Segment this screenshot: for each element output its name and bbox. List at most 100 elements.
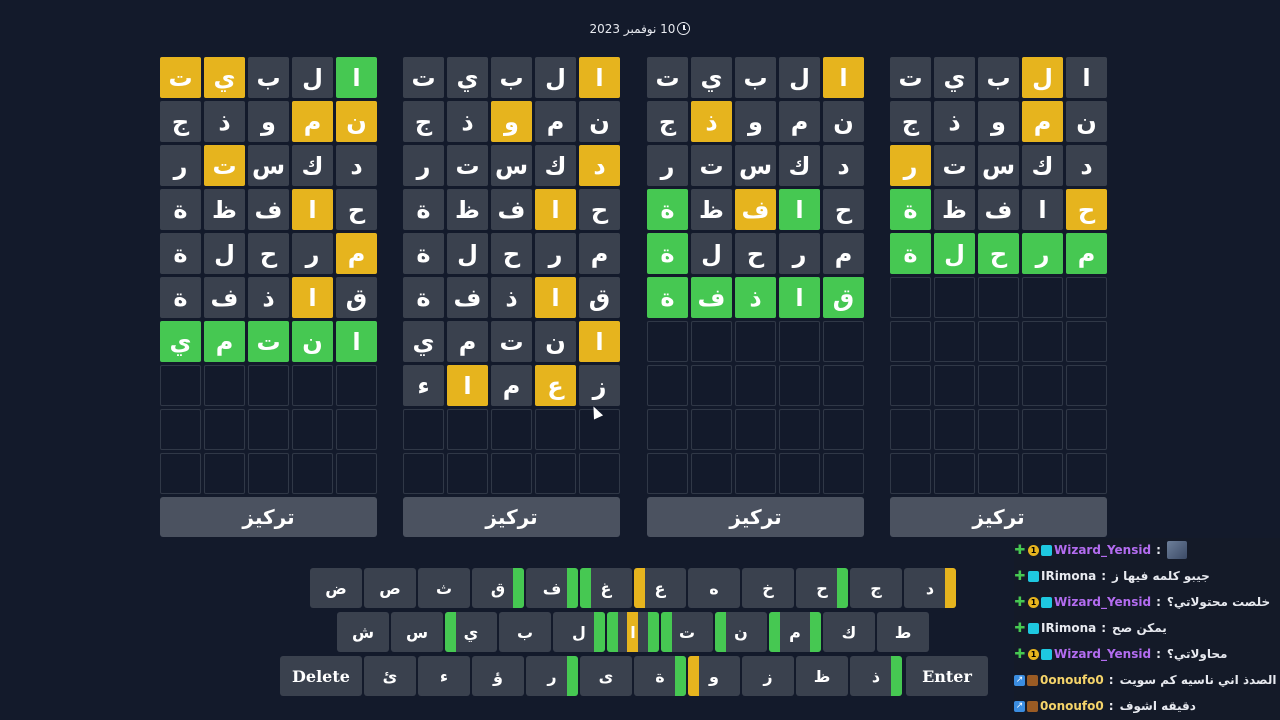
letter-tile (735, 365, 776, 406)
key-label: ى (598, 666, 614, 686)
chat-username[interactable]: 0onoufo0 (1040, 673, 1104, 687)
key-button[interactable]: د (904, 568, 956, 608)
key-label: ح (816, 578, 828, 598)
chat-username[interactable]: IRimona (1041, 621, 1096, 635)
letter-tile (336, 365, 377, 406)
letter-tile (890, 409, 931, 450)
focus-button[interactable]: تركيز (403, 497, 620, 537)
key-button[interactable]: Delete (280, 656, 362, 696)
key-button[interactable]: و (688, 656, 740, 696)
letter-tile: ا (579, 321, 620, 362)
letter-tile (292, 409, 333, 450)
key-status-bar (661, 612, 672, 652)
board-4: ت ي ب ل ا ج ذ و م ن ر ت س ك د ة ظ ف ا ح ة ل ح ر م تركيز (890, 57, 1108, 537)
key-button[interactable]: ء (418, 656, 470, 696)
key-label: ئ (382, 666, 398, 686)
letter-tile: ن (823, 101, 864, 142)
key-button[interactable]: ذ (850, 656, 902, 696)
focus-button[interactable]: تركيز (890, 497, 1107, 537)
key-button[interactable]: ض (310, 568, 362, 608)
letter-tile: م (491, 365, 532, 406)
chat-message-content: ↗ 0onoufo0: الصدذ اني ناسيه كم سويت (1014, 673, 1276, 687)
key-label: Enter (922, 666, 972, 686)
key-button[interactable]: ش (337, 612, 389, 652)
letter-tile (735, 453, 776, 494)
letter-tile: ظ (204, 189, 245, 230)
key-button[interactable]: ج (850, 568, 902, 608)
key-button[interactable]: Enter (906, 656, 988, 696)
key-button[interactable]: ظ (796, 656, 848, 696)
letter-tile (647, 321, 688, 362)
key-button[interactable]: ر (526, 656, 578, 696)
chat-message: ✚ IRimona: جيبو كلمه فيها ز (1014, 565, 1280, 587)
chat-separator: : (1156, 595, 1161, 609)
letter-tile: ل (204, 233, 245, 274)
focus-button[interactable]: تركيز (647, 497, 864, 537)
chat-username[interactable]: 0onoufo0 (1040, 699, 1104, 713)
letter-tile: ي (934, 57, 975, 98)
key-button[interactable]: ب (499, 612, 551, 652)
key-button[interactable]: ي (445, 612, 497, 652)
key-button[interactable]: ؤ (472, 656, 524, 696)
letter-tile: ي (204, 57, 245, 98)
letter-tile: ذ (447, 101, 488, 142)
key-button[interactable]: ف (526, 568, 578, 608)
key-button[interactable]: ه (688, 568, 740, 608)
letter-tile (160, 453, 201, 494)
key-button[interactable]: ع (634, 568, 686, 608)
letter-tile: ل (1022, 57, 1063, 98)
game-badge-icon (1027, 700, 1038, 712)
letter-tile (647, 453, 688, 494)
chat-separator: : (1101, 621, 1107, 635)
letter-tile: و (735, 101, 776, 142)
chat-separator: : (1156, 543, 1161, 557)
vip-badge-icon (1028, 570, 1039, 582)
key-button[interactable]: ح (796, 568, 848, 608)
key-button[interactable]: ز (742, 656, 794, 696)
key-button[interactable]: ل (553, 612, 605, 652)
key-button[interactable]: ط (877, 612, 929, 652)
key-button[interactable]: ن (715, 612, 767, 652)
chat-username[interactable]: Wizard_Yensid (1054, 647, 1151, 661)
board-grid: تيبلاجذومنرتسكدةظفاحةلحرمةفذاق (647, 57, 865, 494)
key-status-bar (891, 656, 902, 696)
letter-tile: ء (403, 365, 444, 406)
key-button[interactable]: ى (580, 656, 632, 696)
key-button[interactable]: غ (580, 568, 632, 608)
chat-username[interactable]: Wizard_Yensid (1054, 543, 1151, 557)
key-button[interactable]: خ (742, 568, 794, 608)
key-button[interactable]: م (769, 612, 821, 652)
letter-tile: ك (779, 145, 820, 186)
chat-panel: ✚ 1 Wizard_Yensid: ✚ IRimona: جيبو كلمه فيها … (1014, 538, 1280, 720)
letter-tile: ل (691, 233, 732, 274)
chat-username[interactable]: Wizard_Yensid (1054, 595, 1151, 609)
key-button[interactable]: ك (823, 612, 875, 652)
key-label: ز (763, 666, 773, 686)
chat-message-content: ✚ 1 Wizard_Yensid: (1014, 541, 1187, 559)
key-button[interactable]: ص (364, 568, 416, 608)
key-button[interactable]: ق (472, 568, 524, 608)
letter-tile: س (735, 145, 776, 186)
focus-button[interactable]: تركيز (160, 497, 377, 537)
key-label: ك (841, 622, 857, 642)
chat-message: ↗ 0onoufo0: دقيقه اشوف (1014, 695, 1280, 717)
letter-tile (447, 409, 488, 450)
key-button[interactable]: ث (418, 568, 470, 608)
letter-tile: ا (535, 277, 576, 318)
key-button[interactable]: ا (607, 612, 659, 652)
key-button[interactable]: س (391, 612, 443, 652)
letter-tile (978, 453, 1019, 494)
key-button[interactable]: ت (661, 612, 713, 652)
letter-tile (735, 409, 776, 450)
key-label: ؤ (493, 666, 503, 686)
letter-tile (890, 365, 931, 406)
chat-username[interactable]: IRimona (1041, 569, 1096, 583)
letter-tile: ظ (691, 189, 732, 230)
letter-tile (1022, 453, 1063, 494)
key-button[interactable]: ئ (364, 656, 416, 696)
key-button[interactable]: ة (634, 656, 686, 696)
arrow-badge-icon: ↗ (1014, 674, 1025, 686)
letter-tile: م (823, 233, 864, 274)
subscriber-badge-icon: 1 (1028, 596, 1039, 608)
key-status-bar (810, 612, 821, 652)
